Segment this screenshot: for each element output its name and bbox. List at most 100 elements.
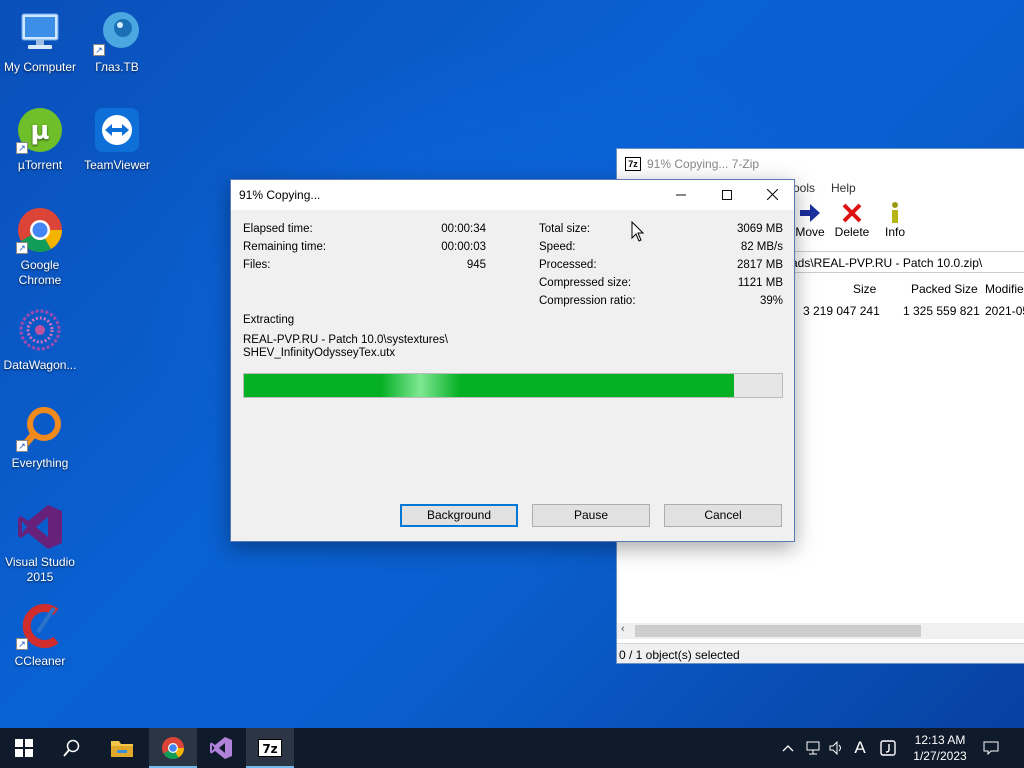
taskbar-7zip[interactable]: 7z [246, 728, 294, 768]
svg-text:7z: 7z [262, 742, 277, 756]
processed-label: Processed: [539, 259, 597, 271]
network-icon [806, 741, 820, 755]
tray-input-language[interactable]: A [848, 728, 872, 768]
taskbar-file-explorer[interactable] [98, 728, 146, 768]
desktop-icon-ccleaner[interactable]: ↗ CCleaner [0, 602, 80, 669]
speed-label: Speed: [539, 241, 576, 253]
chrome-icon: ↗ [16, 206, 64, 254]
horizontal-scrollbar[interactable]: ‹ [617, 623, 1024, 639]
desktop-icon-label: TeamViewer [84, 158, 150, 172]
delete-button[interactable]: Delete [832, 199, 872, 239]
shortcut-arrow-icon: ↗ [16, 242, 28, 254]
selection-status: 0 / 1 object(s) selected [619, 648, 740, 662]
desktop-icon-label: Глаз.ТВ [95, 60, 139, 74]
file-explorer-icon [111, 741, 133, 757]
column-modified[interactable]: Modifie [985, 282, 1024, 296]
desktop-icon-google-chrome[interactable]: ↗ Google Chrome [0, 206, 80, 288]
status-bar: 0 / 1 object(s) selected [617, 643, 1024, 663]
info-icon [875, 199, 915, 225]
shortcut-arrow-icon: ↗ [16, 440, 28, 452]
search-button[interactable] [48, 728, 96, 768]
speed-value: 82 MB/s [740, 241, 783, 253]
menu-help[interactable]: Help [831, 181, 856, 195]
search-icon [63, 739, 80, 757]
dialog-titlebar[interactable]: 91% Copying... [231, 180, 794, 210]
desktop-icon-datawagon[interactable]: DataWagon... [0, 306, 80, 373]
copy-progress-dialog[interactable]: 91% Copying... Elapsed time: 00:00:34 Re… [230, 179, 795, 542]
row-packed-size: 1 325 559 821 [903, 304, 980, 318]
current-file-name: SHEV_InfinityOdysseyTex.utx [243, 347, 396, 359]
volume-icon [829, 741, 841, 755]
processed-value: 2817 MB [736, 259, 783, 271]
maximize-icon [722, 190, 732, 200]
ccleaner-icon: ↗ [16, 602, 64, 650]
compressed-size-label: Compressed size: [539, 277, 632, 289]
start-button[interactable] [0, 728, 48, 768]
everything-search-icon: ↗ [16, 404, 64, 452]
scrollbar-thumb[interactable] [635, 625, 921, 637]
operation-label: Extracting [243, 314, 295, 326]
zip-window-title: 91% Copying... 7-Zip [647, 157, 760, 171]
remaining-time-value: 00:00:03 [441, 241, 486, 253]
move-label: Move [795, 225, 825, 239]
desktop-icon-label: Visual Studio 2015 [5, 555, 75, 584]
taskbar-chrome[interactable] [149, 728, 197, 768]
row-size: 3 219 047 241 [803, 304, 880, 318]
taskbar-visual-studio[interactable] [197, 728, 245, 768]
close-icon [766, 188, 778, 201]
shortcut-arrow-icon: ↗ [93, 44, 105, 56]
start-icon [15, 739, 33, 757]
taskbar-clock[interactable]: 12:13 AM 1/27/2023 [900, 732, 980, 764]
move-arrow-icon [790, 199, 830, 225]
tray-ime[interactable] [876, 728, 900, 768]
tray-network[interactable] [803, 728, 825, 768]
column-packed-size[interactable]: Packed Size [911, 282, 978, 296]
shortcut-arrow-icon: ↗ [16, 638, 28, 650]
row-modified: 2021-05 [985, 304, 1024, 318]
datawagon-icon [16, 306, 64, 354]
minimize-button[interactable] [658, 180, 704, 210]
menu-tools[interactable]: ools [793, 181, 815, 195]
compression-ratio-label: Compression ratio: [539, 295, 636, 307]
desktop-icon-everything[interactable]: ↗ Everything [0, 404, 80, 471]
desktop-icon-teamviewer[interactable]: TeamViewer [77, 106, 157, 173]
pause-button[interactable]: Pause [532, 504, 650, 527]
desktop-icon-label: My Computer [3, 60, 77, 74]
desktop-icon-label: µTorrent [17, 158, 63, 172]
desktop-icon-my-computer[interactable]: My Computer [0, 8, 80, 75]
column-size[interactable]: Size [853, 282, 876, 296]
zip-window-titlebar[interactable]: 7z 91% Copying... 7-Zip [617, 149, 1024, 179]
chevron-up-icon [782, 745, 794, 752]
remaining-time-label: Remaining time: [243, 241, 327, 253]
tray-overflow-button[interactable] [778, 728, 798, 768]
info-button[interactable]: Info [875, 199, 915, 239]
ime-icon [880, 740, 896, 756]
desktop-icon-glaz-tv[interactable]: ↗ Глаз.ТВ [77, 8, 157, 75]
maximize-button[interactable] [704, 180, 750, 210]
shortcut-arrow-icon: ↗ [16, 142, 28, 154]
teamviewer-icon [93, 106, 141, 154]
scroll-left-icon[interactable]: ‹ [621, 623, 625, 635]
background-button[interactable]: Background [400, 504, 518, 527]
action-center-button[interactable] [980, 728, 1002, 768]
clock-time: 12:13 AM [914, 733, 966, 747]
glaz-tv-icon: ↗ [93, 8, 141, 56]
move-button[interactable]: Move [790, 199, 830, 239]
7zip-logo-icon: 7z [625, 157, 641, 171]
compression-ratio-value: 39% [759, 295, 783, 307]
computer-icon [16, 8, 64, 56]
utorrent-icon: µ ↗ [16, 106, 64, 154]
desktop-icon-utorrent[interactable]: µ ↗ µTorrent [0, 106, 80, 173]
minimize-icon [676, 194, 686, 196]
elapsed-time-label: Elapsed time: [243, 223, 313, 235]
cancel-button[interactable]: Cancel [664, 504, 782, 527]
total-size-value: 3069 MB [736, 223, 783, 235]
desktop-icon-label: CCleaner [14, 654, 66, 668]
close-button[interactable] [749, 180, 795, 210]
delete-x-icon [832, 199, 872, 225]
desktop-icon-label: Google Chrome [18, 258, 62, 287]
progress-fill [244, 374, 734, 397]
desktop-icon-visual-studio[interactable]: Visual Studio 2015 [0, 503, 80, 585]
taskbar: 7z A 12:13 AM 1/27/2023 [0, 728, 1024, 768]
tray-volume[interactable] [826, 728, 848, 768]
